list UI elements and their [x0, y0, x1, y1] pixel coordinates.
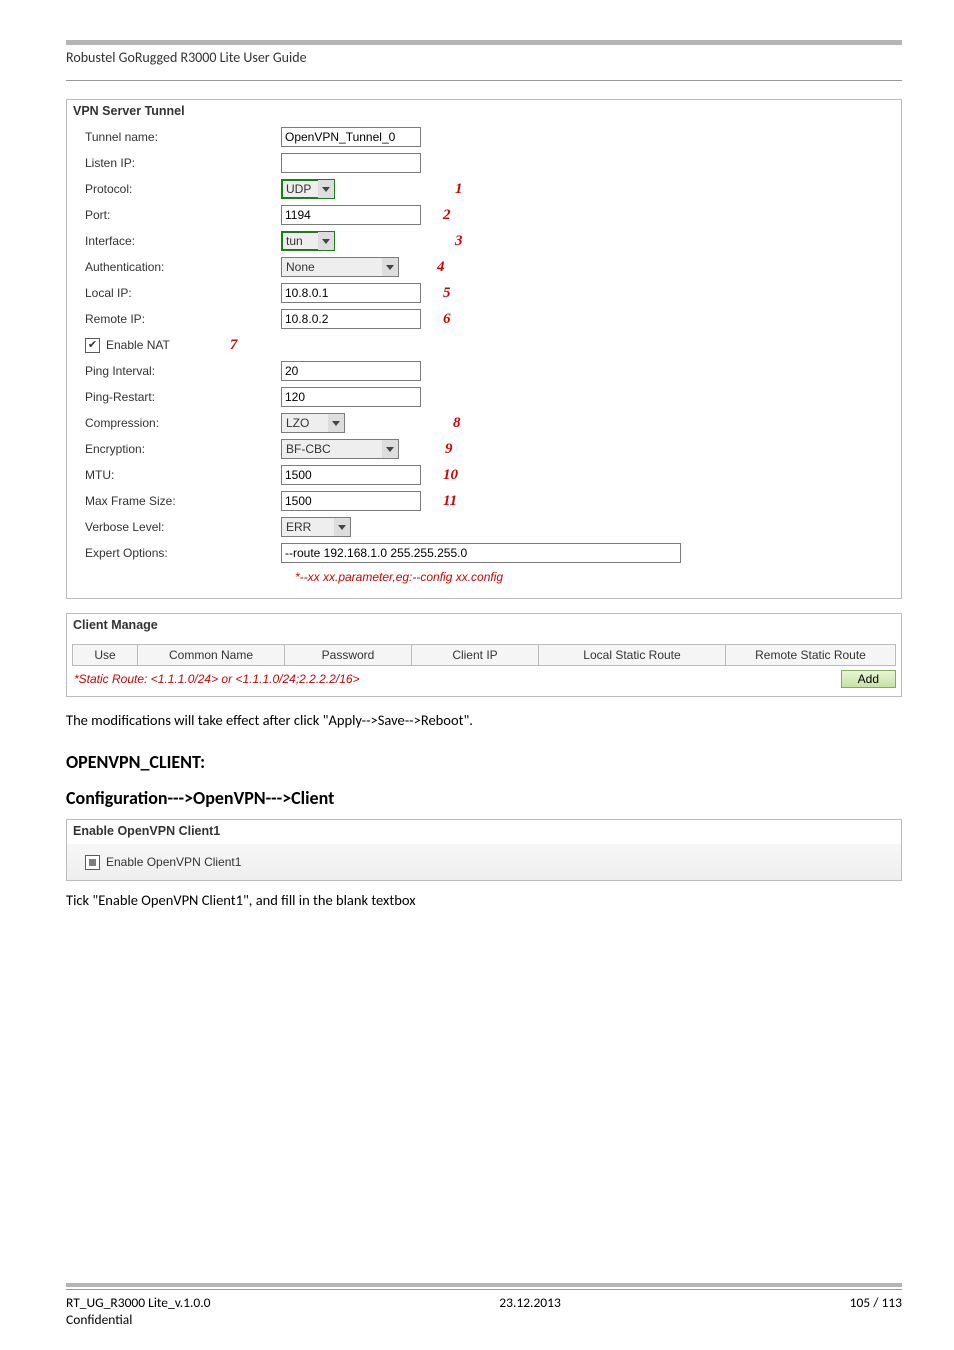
openvpn-client-heading: OPENVPN_CLIENT: — [66, 751, 902, 773]
chevron-down-icon — [382, 440, 398, 458]
listen-ip-label: Listen IP: — [85, 156, 281, 170]
port-label: Port: — [85, 208, 281, 222]
enable-nat-label: Enable NAT — [106, 338, 170, 352]
listen-ip-input[interactable] — [281, 153, 421, 173]
client-manage-panel: Client Manage Use Common Name Password C… — [66, 613, 902, 697]
annotation-11: 11 — [443, 493, 457, 510]
footer-right: 105 / 113 — [850, 1294, 902, 1311]
annotation-7: 7 — [230, 337, 238, 354]
ping-interval-label: Ping Interval: — [85, 364, 281, 378]
footer-confidential: Confidential — [66, 1311, 902, 1328]
ping-interval-input[interactable] — [281, 361, 421, 381]
interface-select[interactable]: tun — [281, 231, 335, 251]
annotation-10: 10 — [443, 467, 458, 484]
enable-openvpn-client1-checkbox[interactable] — [85, 855, 100, 870]
expert-options-hint: *--xx xx.parameter,eg:--config xx.config — [295, 566, 901, 586]
col-client-ip: Client IP — [412, 645, 539, 666]
footer-left: RT_UG_R3000 Lite_v.1.0.0 — [66, 1294, 211, 1311]
auth-select[interactable]: None — [281, 257, 399, 277]
table-header-row: Use Common Name Password Client IP Local… — [73, 645, 896, 666]
annotation-9: 9 — [445, 441, 453, 458]
expert-options-input[interactable] — [281, 543, 681, 563]
expert-options-label: Expert Options: — [85, 546, 281, 560]
encryption-label: Encryption: — [85, 442, 281, 456]
annotation-4: 4 — [437, 259, 445, 276]
port-input[interactable] — [281, 205, 421, 225]
remote-ip-label: Remote IP: — [85, 312, 281, 326]
annotation-6: 6 — [443, 311, 451, 328]
chevron-down-icon — [382, 258, 398, 276]
vpn-server-tunnel-title: VPN Server Tunnel — [67, 100, 901, 124]
client-manage-title: Client Manage — [67, 614, 901, 638]
max-frame-label: Max Frame Size: — [85, 494, 281, 508]
encryption-select[interactable]: BF-CBC — [281, 439, 399, 459]
annotation-2: 2 — [443, 207, 451, 224]
annotation-5: 5 — [443, 285, 451, 302]
tunnel-name-label: Tunnel name: — [85, 130, 281, 144]
configuration-path-heading: Configuration--->OpenVPN--->Client — [66, 787, 902, 809]
enable-openvpn-client1-label: Enable OpenVPN Client1 — [106, 855, 241, 869]
col-remote-route: Remote Static Route — [726, 645, 896, 666]
verbose-label: Verbose Level: — [85, 520, 281, 534]
annotation-3: 3 — [455, 233, 463, 250]
enable-openvpn-client1-title: Enable OpenVPN Client1 — [67, 820, 901, 844]
max-frame-input[interactable] — [281, 491, 421, 511]
compression-label: Compression: — [85, 416, 281, 430]
annotation-1: 1 — [455, 181, 463, 198]
compression-select[interactable]: LZO — [281, 413, 345, 433]
local-ip-input[interactable] — [281, 283, 421, 303]
protocol-label: Protocol: — [85, 182, 281, 196]
client-manage-note: *Static Route: <1.1.1.0/24> or <1.1.1.0/… — [72, 672, 841, 686]
col-local-route: Local Static Route — [539, 645, 726, 666]
add-button[interactable]: Add — [841, 670, 896, 688]
enable-openvpn-client1-panel: Enable OpenVPN Client1 Enable OpenVPN Cl… — [66, 819, 902, 881]
auth-label: Authentication: — [85, 260, 281, 274]
col-password: Password — [285, 645, 412, 666]
local-ip-label: Local IP: — [85, 286, 281, 300]
enable-nat-checkbox[interactable]: ✔ — [85, 338, 100, 353]
vpn-server-tunnel-panel: VPN Server Tunnel Tunnel name: Listen IP… — [66, 99, 902, 599]
interface-label: Interface: — [85, 234, 281, 248]
protocol-select[interactable]: UDP — [281, 179, 335, 199]
remote-ip-input[interactable] — [281, 309, 421, 329]
annotation-8: 8 — [453, 415, 461, 432]
client-manage-table: Use Common Name Password Client IP Local… — [72, 644, 896, 666]
body-text-tick: Tick "Enable OpenVPN Client1", and fill … — [66, 891, 902, 909]
body-text-apply: The modifications will take effect after… — [66, 711, 902, 729]
col-use: Use — [73, 645, 138, 666]
ping-restart-input[interactable] — [281, 387, 421, 407]
chevron-down-icon — [334, 518, 350, 536]
mtu-input[interactable] — [281, 465, 421, 485]
col-common-name: Common Name — [138, 645, 285, 666]
mtu-label: MTU: — [85, 468, 281, 482]
footer-center: 23.12.2013 — [499, 1294, 561, 1311]
ping-restart-label: Ping-Restart: — [85, 390, 281, 404]
chevron-down-icon — [318, 180, 334, 198]
tunnel-name-input[interactable] — [281, 127, 421, 147]
page-footer: RT_UG_R3000 Lite_v.1.0.0 23.12.2013 105 … — [66, 1283, 902, 1328]
verbose-select[interactable]: ERR — [281, 517, 351, 537]
chevron-down-icon — [318, 232, 334, 250]
page-header: Robustel GoRugged R3000 Lite User Guide — [66, 49, 902, 80]
chevron-down-icon — [328, 414, 344, 432]
